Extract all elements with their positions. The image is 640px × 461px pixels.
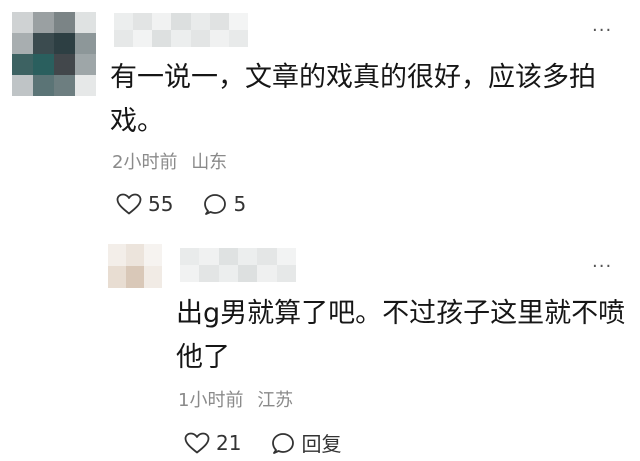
comment-text: 有一说一，文章的戏真的很好，应该多拍戏。 — [110, 62, 596, 137]
comment-location: 山东 — [191, 152, 228, 173]
reply-like-count: 21 — [216, 430, 242, 455]
comment-bubble-icon — [204, 194, 227, 215]
reply-location: 江苏 — [257, 390, 294, 411]
reply-button[interactable]: 回复 — [271, 428, 341, 457]
reply-text: 出g男就算了吧。不过孩子这里就不喷他了 — [176, 298, 626, 373]
more-dots-icon: ··· — [592, 20, 613, 41]
like-button[interactable]: 55 — [116, 192, 173, 216]
comment-actions: 55 5 — [116, 192, 276, 216]
heart-icon — [116, 193, 142, 215]
username-main[interactable] — [114, 13, 248, 47]
more-button-main[interactable]: ··· — [592, 22, 612, 40]
comment-meta: 2小时前 山东 — [112, 148, 235, 174]
avatar-main[interactable] — [12, 12, 96, 96]
avatar-reply[interactable] — [108, 244, 162, 288]
more-dots-icon: ··· — [592, 256, 613, 277]
comment-bubble-icon — [272, 432, 295, 454]
more-button-reply[interactable]: ··· — [592, 258, 612, 276]
username-reply[interactable] — [180, 248, 296, 282]
reply-like-button[interactable]: 21 — [184, 431, 241, 455]
reply-actions: 21 回复 — [184, 428, 371, 457]
reply-button-label: 回复 — [301, 432, 342, 456]
reply-count-button[interactable]: 5 — [203, 192, 246, 216]
like-count: 55 — [148, 192, 174, 216]
reply-time: 1小时前 — [178, 390, 244, 411]
reply-count: 5 — [233, 192, 247, 216]
comment-time: 2小时前 — [112, 152, 178, 173]
reply-meta: 1小时前 江苏 — [178, 386, 301, 412]
heart-icon — [184, 432, 210, 453]
